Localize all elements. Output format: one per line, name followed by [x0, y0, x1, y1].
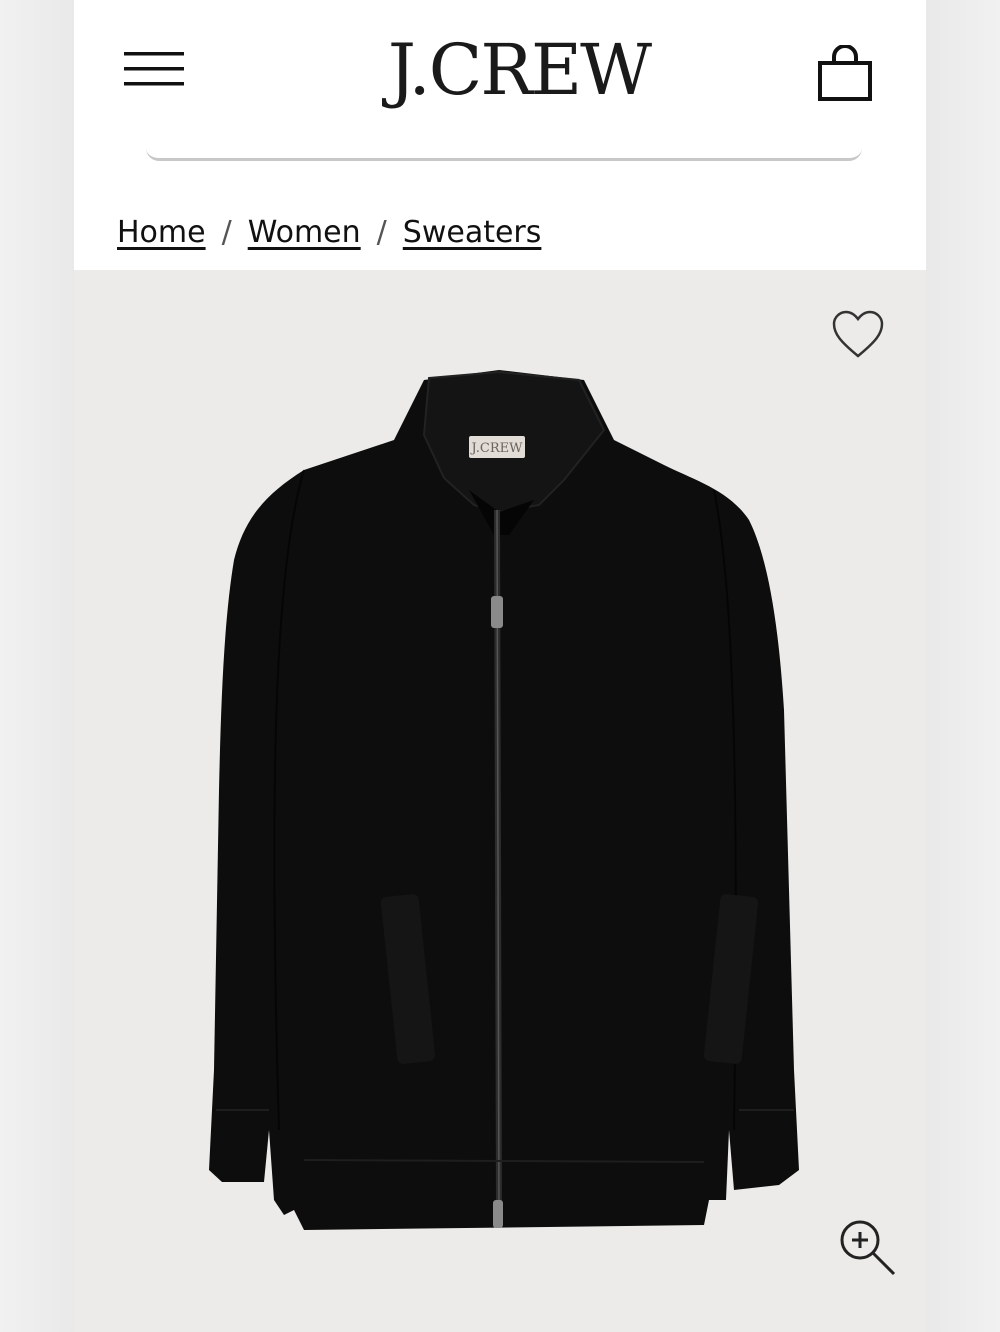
- garment-label-text: J.CREW: [470, 441, 524, 456]
- product-image[interactable]: J.CREW: [194, 370, 814, 1240]
- left-gutter: [0, 0, 74, 1332]
- product-page: J.CREW Home / Women / Sweaters J.CREW: [74, 0, 926, 1332]
- breadcrumb-separator: /: [376, 214, 387, 250]
- heart-icon[interactable]: [831, 310, 885, 360]
- zoom-in-icon[interactable]: [838, 1218, 896, 1276]
- search-bar-edge[interactable]: [146, 148, 862, 161]
- site-header: J.CREW: [74, 0, 926, 161]
- product-image-area: J.CREW: [74, 270, 926, 1332]
- hamburger-menu-icon[interactable]: [124, 50, 184, 88]
- breadcrumb-home[interactable]: Home: [117, 215, 206, 250]
- breadcrumb-sweaters[interactable]: Sweaters: [403, 215, 542, 250]
- shopping-bag-icon[interactable]: [816, 45, 874, 103]
- brand-logo[interactable]: J.CREW: [369, 30, 669, 110]
- breadcrumb-separator: /: [221, 214, 232, 250]
- breadcrumb: Home / Women / Sweaters: [117, 212, 541, 252]
- breadcrumb-women[interactable]: Women: [248, 215, 361, 250]
- right-gutter: [926, 0, 1000, 1332]
